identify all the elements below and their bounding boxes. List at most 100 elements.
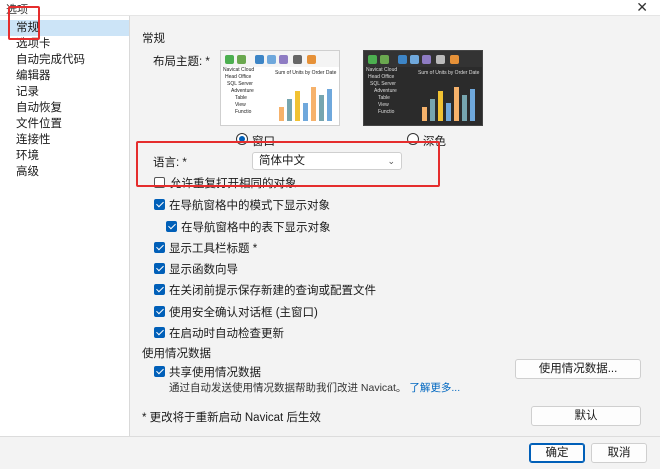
sidebar-item-tabs[interactable]: 选项卡 [0,36,129,52]
settings-panel: 常规 布局主题: * Navicat Cloud Head Office SQL… [131,16,660,436]
chart-bar [287,99,292,121]
function-wizard-checkbox[interactable] [154,263,165,274]
chevron-down-icon: ⌄ [387,156,395,166]
show-objects-schema-checkbox[interactable] [154,199,165,210]
chart-bar [438,91,443,121]
cancel-button[interactable]: 取消 [591,443,647,463]
show-objects-schema-label: 在导航窗格中的模式下显示对象 [169,200,330,212]
theme-radio-window-label: 窗口 [252,136,275,148]
sidebar-item-label: 环境 [16,150,39,162]
connection-icon [225,55,234,64]
usage-description-text: 通过自动发送使用情况数据帮助我们改进 Navicat。 [169,382,407,394]
chart-bar [319,95,324,121]
sidebar-item-records[interactable]: 记录 [0,84,129,100]
toolbar-caption-checkbox[interactable] [154,242,165,253]
sidebar-item-label: 连接性 [16,134,51,146]
theme-radio-dark[interactable] [407,133,419,145]
table-icon [255,55,264,64]
tree-item: Table [235,95,247,101]
safe-confirm-label: 使用安全确认对话框 (主窗口) [169,307,318,319]
title-bar: 选项 ✕ [0,0,660,16]
share-usage-checkbox[interactable] [154,366,165,377]
preview-toolbar [221,51,339,67]
function-icon [422,55,431,64]
tree-item: Functio [235,109,252,115]
theme-preview-dark[interactable]: Navicat Cloud Head Office SQL Server Adv… [363,50,483,126]
tree-item: View [235,102,246,108]
preview-tree: Navicat Cloud Head Office SQL Server Adv… [364,67,412,125]
preview-tree: Navicat Cloud Head Office SQL Server Adv… [221,67,269,125]
clock-icon [293,55,302,64]
chart-bar [446,103,451,121]
sidebar-item-label: 自动恢复 [16,102,62,114]
sidebar-item-label: 编辑器 [16,70,51,82]
language-label: 语言: * [153,157,187,169]
language-select[interactable]: 简体中文 ⌄ [252,152,402,170]
chart-bar [430,99,435,121]
restart-note: * 更改将于重新启动 Navicat 后生效 [142,412,321,424]
chart-bar [295,91,300,121]
sidebar-item-connectivity[interactable]: 连接性 [0,132,129,148]
chart-bar [462,95,467,121]
table-icon [398,55,407,64]
chart-bar [303,103,308,121]
tree-item: Navicat Cloud [366,67,398,73]
check-updates-checkbox[interactable] [154,327,165,338]
ok-button[interactable]: 确定 [529,443,585,463]
allow-reopen-checkbox[interactable] [154,177,165,188]
sidebar-item-label: 文件位置 [16,118,62,130]
default-button[interactable]: 默认 [531,406,641,426]
connection-icon [368,55,377,64]
theme-radio-dark-label: 深色 [423,136,446,148]
window-title: 选项 [6,4,28,16]
prompt-save-label: 在关闭前提示保存新建的查询或配置文件 [169,285,376,297]
preview-chart: Sum of Units by Order Date [414,67,482,125]
new-query-icon [237,55,246,64]
tree-item: SQL Server [370,81,396,87]
sidebar-item-editor[interactable]: 编辑器 [0,68,129,84]
allow-reopen-label: 允许重复打开相同的对象 [170,178,297,190]
usage-data-button[interactable]: 使用情况数据... [515,359,641,379]
theme-preview-light[interactable]: Navicat Cloud Head Office SQL Server Adv… [220,50,340,126]
chart-bar [422,107,427,121]
layout-theme-label: 布局主题: * [153,56,210,68]
tree-item: Head Office [225,74,252,80]
check-updates-label: 在启动时自动检查更新 [169,328,284,340]
sidebar-item-label: 常规 [16,22,39,34]
prompt-save-checkbox[interactable] [154,284,165,295]
tree-item: Adventure [231,88,254,94]
usage-description: 通过自动发送使用情况数据帮助我们改进 Navicat。 了解更多... [169,380,460,395]
show-objects-table-label: 在导航窗格中的表下显示对象 [181,222,331,234]
view-icon [410,55,419,64]
tree-item: Functio [378,109,395,115]
section-title-usage: 使用情况数据 [142,348,211,360]
sidebar-item-file-location[interactable]: 文件位置 [0,116,129,132]
toolbar-caption-label: 显示工具栏标题 * [169,243,258,255]
sidebar-item-label: 自动完成代码 [16,54,85,66]
chart-bar [279,107,284,121]
sidebar-item-advanced[interactable]: 高级 [0,164,129,180]
chart-bar [454,87,459,121]
tree-item: Table [378,95,390,101]
learn-more-link[interactable]: 了解更多... [409,382,460,394]
sidebar-item-label: 记录 [16,86,39,98]
tree-item: Navicat Cloud [223,67,255,73]
preview-toolbar [364,51,482,67]
section-title-general: 常规 [142,33,165,45]
close-icon[interactable]: ✕ [636,0,648,16]
tree-item: Adventure [374,88,397,94]
preview-chart-title: Sum of Units by Order Date [418,70,480,76]
chart-bar [327,89,332,121]
tree-item: SQL Server [227,81,253,87]
function-icon [279,55,288,64]
show-objects-table-checkbox[interactable] [166,221,177,232]
sidebar-item-code-completion[interactable]: 自动完成代码 [0,52,129,68]
theme-radio-window[interactable] [236,133,248,145]
sidebar-item-auto-recovery[interactable]: 自动恢复 [0,100,129,116]
sidebar-item-environment[interactable]: 环境 [0,148,129,164]
sidebar: 常规 选项卡 自动完成代码 编辑器 记录 自动恢复 文件位置 连接性 环境 高级 [0,16,130,436]
new-query-icon [380,55,389,64]
sidebar-item-general[interactable]: 常规 [0,20,129,36]
preview-chart-title: Sum of Units by Order Date [275,70,337,76]
safe-confirm-checkbox[interactable] [154,306,165,317]
